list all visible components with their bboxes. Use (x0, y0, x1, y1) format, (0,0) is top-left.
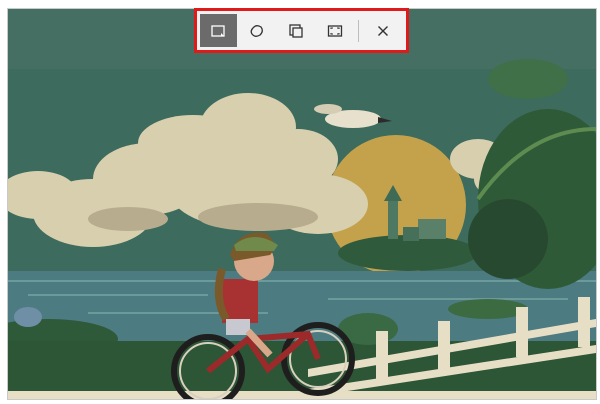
window-snip-icon (289, 23, 303, 38)
fullscreen-snip-button[interactable] (316, 14, 353, 47)
freeform-snip-button[interactable] (239, 14, 276, 47)
pixel-art-scene (8, 9, 596, 399)
toolbar-separator (358, 19, 360, 42)
background-artwork (7, 8, 597, 400)
freeform-snip-icon (250, 24, 264, 37)
desktop-screen (0, 0, 600, 404)
rectangular-snip-icon (211, 24, 226, 37)
window-snip-button[interactable] (278, 14, 315, 47)
fullscreen-snip-icon (327, 24, 342, 37)
snip-toolbar-highlight (194, 8, 409, 53)
close-snip-button[interactable] (364, 14, 401, 47)
snip-toolbar (200, 14, 403, 47)
rectangular-snip-button[interactable] (200, 14, 237, 47)
close-icon (377, 25, 388, 36)
